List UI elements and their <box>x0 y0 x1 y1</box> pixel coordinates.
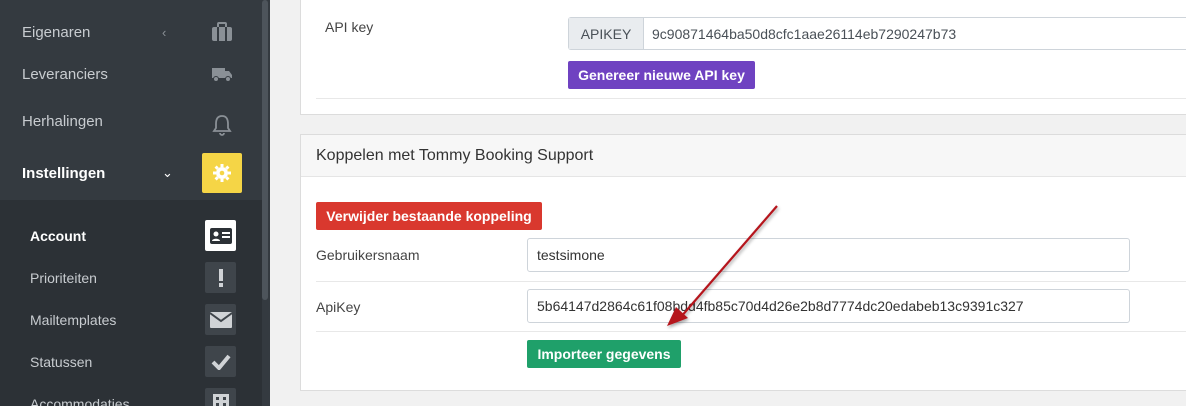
id-card-icon <box>205 220 236 251</box>
api-key-input-group: APIKEY 9c90871464ba50d8cfc1aae26114eb729… <box>568 17 1186 50</box>
api-key-addon: APIKEY <box>569 18 644 49</box>
sidebar-subitem-mailtemplates[interactable]: Mailtemplates <box>0 300 262 342</box>
sidebar-scrollbar[interactable] <box>262 0 268 300</box>
sidebar-subitem-label: Account <box>30 228 86 244</box>
sidebar-subitem-account[interactable]: Account <box>0 216 262 258</box>
briefcase-icon <box>205 15 239 49</box>
sidebar: Eigenaren ‹ Leveranciers Herhalingen Ins… <box>0 0 270 406</box>
apikey-label: ApiKey <box>316 299 361 315</box>
sidebar-item-leveranciers[interactable]: Leveranciers <box>0 52 262 96</box>
divider <box>316 331 1186 332</box>
chevron-down-icon: ⌄ <box>162 165 173 180</box>
sidebar-item-instellingen[interactable]: Instellingen ⌄ <box>0 151 262 195</box>
check-icon <box>205 346 236 377</box>
sidebar-subitem-label: Prioriteiten <box>30 270 97 286</box>
sidebar-item-eigenaren[interactable]: Eigenaren ‹ <box>0 10 262 54</box>
envelope-icon <box>205 304 236 335</box>
api-key-field[interactable]: 9c90871464ba50d8cfc1aae26114eb7290247b73 <box>644 18 1186 49</box>
exclamation-icon <box>205 262 236 293</box>
tommy-booking-card: Koppelen met Tommy Booking Support Verwi… <box>300 134 1186 391</box>
sidebar-subitem-accommodaties[interactable]: Accommodaties <box>0 384 262 406</box>
bell-icon <box>205 108 239 142</box>
sidebar-item-label: Herhalingen <box>22 112 103 130</box>
sidebar-item-label: Instellingen <box>22 164 106 182</box>
sidebar-subitem-label: Statussen <box>30 354 93 370</box>
apikey-field[interactable]: 5b64147d2864c61f08bdd4fb85c70d4d26e2b8d7… <box>527 289 1130 323</box>
sidebar-item-herhalingen[interactable]: Herhalingen <box>0 99 262 143</box>
sidebar-item-label: Leveranciers <box>22 65 108 83</box>
username-label: Gebruikersnaam <box>316 247 420 263</box>
sidebar-subitem-label: Mailtemplates <box>30 312 117 328</box>
divider <box>316 98 1186 99</box>
api-key-card: API key APIKEY 9c90871464ba50d8cfc1aae26… <box>300 0 1186 115</box>
sidebar-item-label: Eigenaren <box>22 23 91 41</box>
building-icon <box>205 388 236 406</box>
divider <box>316 281 1186 282</box>
sidebar-subitem-statussen[interactable]: Statussen <box>0 342 262 384</box>
sidebar-subitem-label: Accommodaties <box>30 396 130 406</box>
import-data-button[interactable]: Importeer gegevens <box>527 340 681 368</box>
username-field[interactable]: testsimone <box>527 238 1130 272</box>
generate-api-key-button[interactable]: Genereer nieuwe API key <box>568 61 755 89</box>
gear-icon <box>202 153 242 193</box>
sidebar-subitem-prioriteiten[interactable]: Prioriteiten <box>0 258 262 300</box>
sidebar-submenu: Account Prioriteiten Mailtemplates Statu… <box>0 200 262 406</box>
api-key-label: API key <box>325 19 374 35</box>
card-title: Koppelen met Tommy Booking Support <box>301 135 1186 177</box>
truck-icon <box>205 57 239 91</box>
chevron-left-icon: ‹ <box>162 24 167 40</box>
delete-link-button[interactable]: Verwijder bestaande koppeling <box>316 202 542 230</box>
